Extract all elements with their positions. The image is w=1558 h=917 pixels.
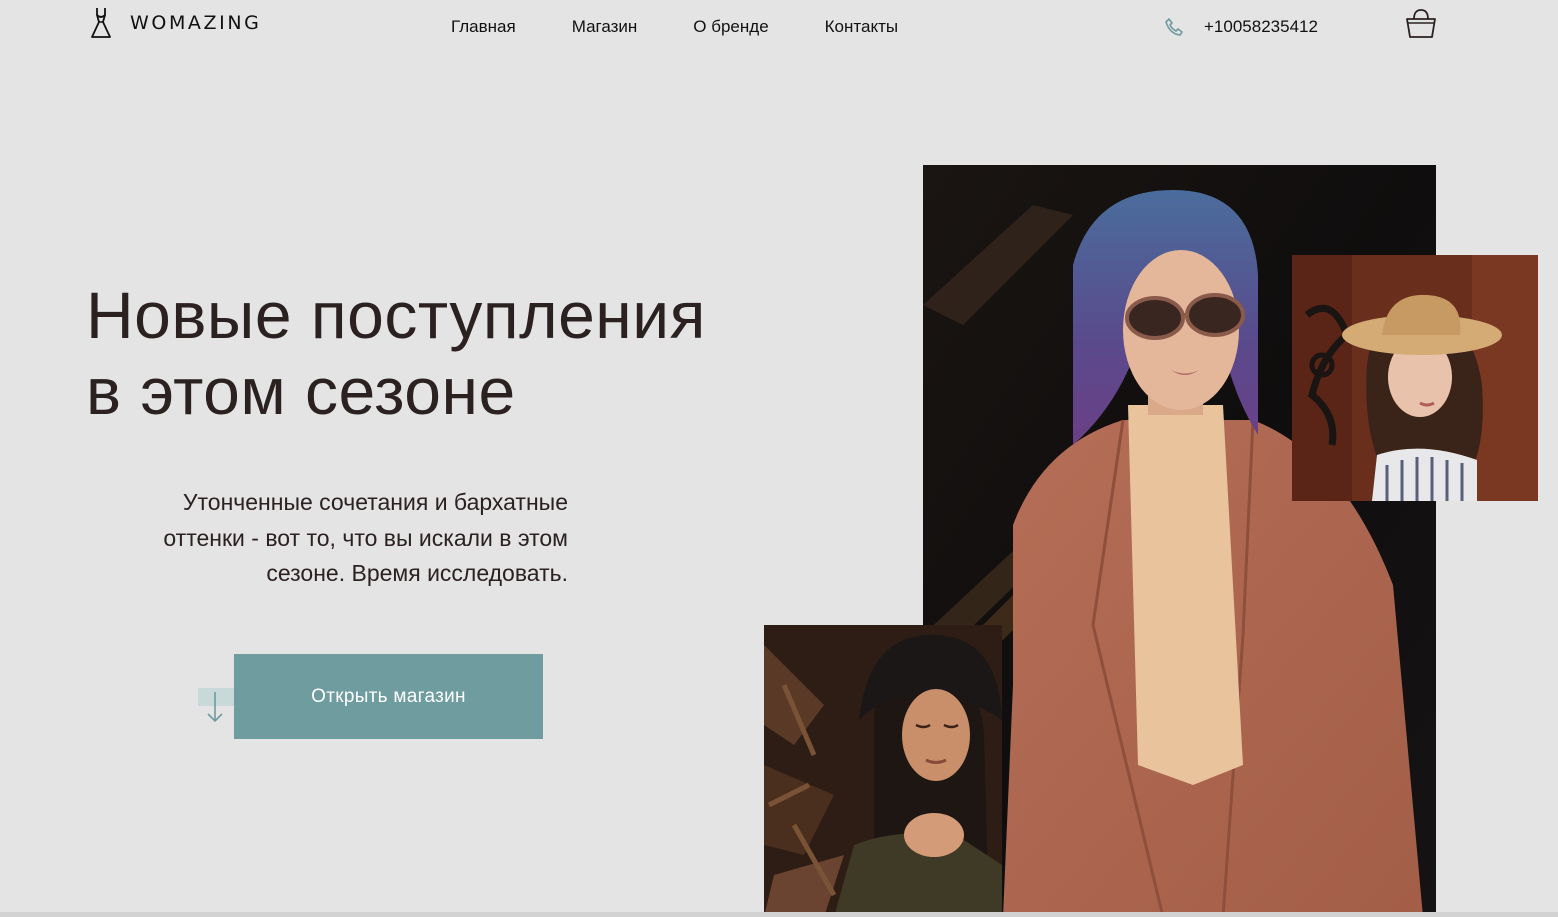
phone-icon	[1165, 18, 1183, 36]
page: WOMAZING Главная Магазин О бренде Контак…	[0, 0, 1558, 917]
logo[interactable]: WOMAZING	[88, 6, 262, 40]
open-shop-button[interactable]: Открыть магазин	[234, 654, 543, 739]
nav-item-shop[interactable]: Магазин	[572, 16, 638, 38]
arrow-down-icon[interactable]	[198, 688, 234, 724]
shopping-bag-icon[interactable]	[1404, 7, 1438, 39]
nav-item-about[interactable]: О бренде	[693, 16, 768, 38]
main-nav: Главная Магазин О бренде Контакты	[451, 16, 898, 38]
hero-subtitle: Утонченные сочетания и бархатные оттенки…	[100, 485, 568, 592]
phone-block[interactable]: +10058235412	[1164, 16, 1318, 38]
hero-subtitle-line3: сезоне. Время исследовать.	[266, 560, 568, 586]
hero-subtitle-line1: Утонченные сочетания и бархатные	[182, 489, 568, 515]
logo-text: WOMAZING	[130, 12, 262, 34]
hero-subtitle-line2: оттенки - вот то, что вы искали в этом	[163, 524, 568, 551]
nav-item-home[interactable]: Главная	[451, 16, 516, 38]
dress-icon	[91, 8, 111, 38]
hero-title-line1: Новые поступления	[86, 278, 706, 352]
bottom-divider	[0, 912, 1558, 917]
hero-photo-dark	[764, 625, 1002, 917]
phone-number[interactable]: +10058235412	[1204, 16, 1318, 38]
hero-title-line2: в этом сезоне	[86, 354, 516, 428]
hero-photo-hat	[1292, 255, 1538, 501]
nav-item-contacts[interactable]: Контакты	[825, 16, 898, 38]
hero-title: Новые поступления в этом сезоне	[86, 277, 786, 429]
